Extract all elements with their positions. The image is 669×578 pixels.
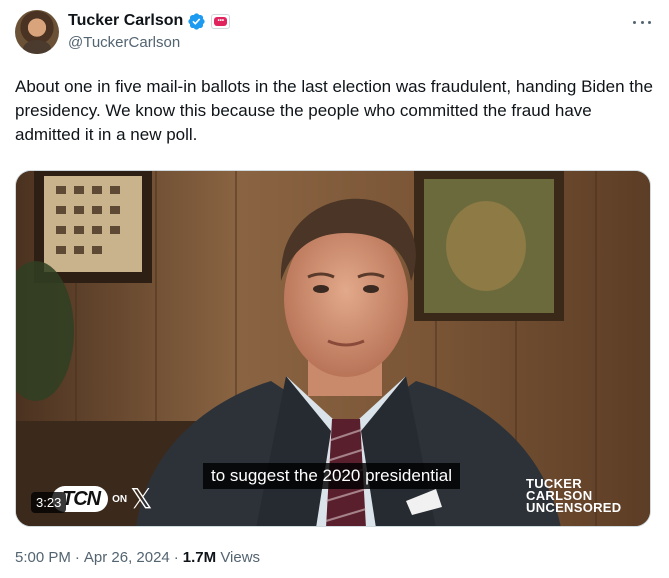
tcn-on-x-logo: TCN ON 𝕏 <box>52 484 153 514</box>
video-caption: to suggest the 2020 presidential <box>203 463 461 489</box>
tweet-header: Tucker Carlson ••• @TuckerCarlson <box>68 10 231 51</box>
more-dot-icon <box>648 20 651 24</box>
tcn-on-text: ON <box>112 493 128 505</box>
author-handle[interactable]: @TuckerCarlson <box>68 34 230 51</box>
verified-badge-icon[interactable] <box>187 12 206 31</box>
tweet: Tucker Carlson ••• @TuckerCarlson About … <box>0 0 669 578</box>
name-row: Tucker Carlson ••• <box>68 10 231 32</box>
tweet-text: About one in five mail-in ballots in the… <box>15 77 653 144</box>
more-options-button[interactable] <box>629 14 655 30</box>
tweet-date[interactable]: Apr 26, 2024 <box>84 549 170 566</box>
x-logo-icon: 𝕏 <box>130 482 153 515</box>
avatar[interactable] <box>15 10 59 54</box>
views-label: Views <box>220 549 261 566</box>
tweet-time[interactable]: 5:00 PM <box>15 549 71 566</box>
avatar-shirt <box>23 40 51 54</box>
meta-separator: · <box>173 549 179 566</box>
more-dot-icon <box>633 20 636 24</box>
video-player[interactable]: to suggest the 2020 presidential TCN ON … <box>15 170 651 527</box>
affiliate-badge-icon[interactable]: ••• <box>211 13 231 29</box>
author-name[interactable]: Tucker Carlson <box>68 12 183 30</box>
more-dot-icon <box>640 20 644 24</box>
brand-line-3: UNCENSORED <box>526 500 622 515</box>
tucker-carlson-uncensored-logo: TUCKER CARLSON UNCENSORED <box>526 477 622 515</box>
meta-separator: · <box>74 549 80 566</box>
views-count[interactable]: 1.7M <box>183 549 216 566</box>
video-duration: 3:23 <box>31 492 67 513</box>
tweet-meta: 5:00 PM · Apr 26, 2024 · 1.7M Views <box>15 549 260 566</box>
